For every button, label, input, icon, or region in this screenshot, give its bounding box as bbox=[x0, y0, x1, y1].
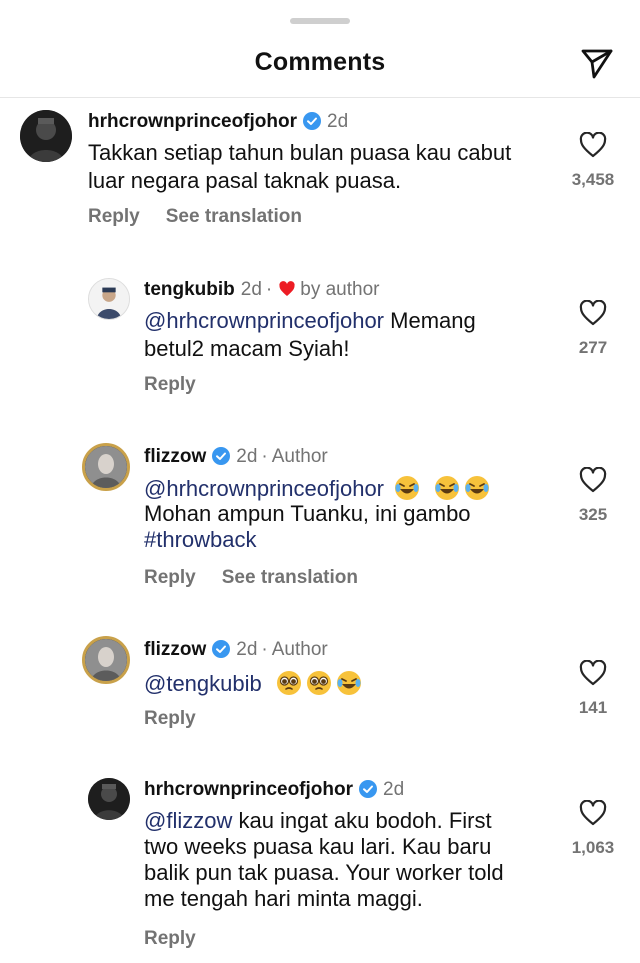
username[interactable]: flizzow bbox=[144, 639, 206, 660]
comment-text-line: two weeks puasa kau lari. Kau baru bbox=[144, 834, 492, 859]
laughing-tears-emoji-icon bbox=[336, 671, 361, 695]
heart-filled-icon bbox=[279, 281, 295, 296]
comment-meta: hrhcrownprinceofjohor 2d bbox=[144, 778, 404, 802]
comment-text-line: me tengah hari minta maggi. bbox=[144, 886, 423, 911]
comment-actions: Reply See translation bbox=[88, 206, 328, 228]
like-control: 325 bbox=[558, 467, 628, 525]
comment-text: kau ingat aku bodoh. First bbox=[232, 808, 492, 833]
comment-actions: Reply See translation bbox=[144, 567, 384, 589]
mention-link[interactable]: @hrhcrownprinceofjohor bbox=[144, 476, 384, 501]
verified-badge-icon bbox=[212, 640, 231, 658]
pleading-face-emoji-icon bbox=[276, 671, 301, 695]
comment-text-line: @hrhcrownprinceofjohor Memang bbox=[144, 308, 476, 334]
comment-text-line: betul2 macam Syiah! bbox=[144, 336, 350, 361]
comment-text-line: balik pun tak puasa. Your worker told bbox=[144, 860, 504, 885]
comment-actions: Reply bbox=[144, 374, 222, 396]
username[interactable]: hrhcrownprinceofjohor bbox=[88, 111, 297, 132]
avatar[interactable] bbox=[20, 110, 72, 162]
verified-badge-icon bbox=[359, 780, 377, 798]
comment-meta: flizzow 2d · Author bbox=[144, 639, 328, 660]
comment-time: 2d bbox=[383, 779, 405, 800]
comments-sheet: Comments hrhcrownprinceofjohor 2d Takkan … bbox=[0, 0, 640, 963]
comment-text-line: Takkan setiap tahun bulan puasa kau cabu… bbox=[88, 140, 512, 165]
heart-outline-icon[interactable] bbox=[579, 660, 607, 686]
reply-button[interactable]: Reply bbox=[144, 374, 196, 395]
like-count: 325 bbox=[578, 505, 608, 524]
send-icon[interactable] bbox=[580, 46, 614, 80]
like-count: 1,063 bbox=[571, 838, 615, 857]
hashtag-link[interactable]: #throwback bbox=[144, 527, 257, 553]
comment-text: Memang bbox=[384, 308, 476, 333]
comment-meta: hrhcrownprinceofjohor 2d bbox=[88, 110, 348, 134]
heart-outline-icon[interactable] bbox=[579, 800, 607, 826]
pleading-face-emoji-icon bbox=[306, 671, 331, 695]
like-count: 3,458 bbox=[571, 170, 615, 189]
avatar[interactable] bbox=[88, 278, 130, 320]
comment-actions: Reply bbox=[144, 708, 222, 730]
heart-outline-icon[interactable] bbox=[579, 467, 607, 493]
like-control: 141 bbox=[558, 660, 628, 718]
like-control: 3,458 bbox=[558, 132, 628, 190]
avatar[interactable] bbox=[88, 778, 130, 820]
comment-meta: flizzow 2d · Author bbox=[144, 446, 328, 467]
username[interactable]: flizzow bbox=[144, 446, 206, 467]
author-label: Author bbox=[271, 639, 328, 660]
verified-badge-icon bbox=[212, 447, 231, 465]
like-count: 141 bbox=[578, 698, 608, 717]
page-title: Comments bbox=[254, 48, 386, 76]
laughing-tears-emoji-icon bbox=[395, 476, 420, 500]
reply-comment-item: hrhcrownprinceofjohor 2d @flizzow kau ing… bbox=[0, 770, 640, 963]
liked-by-author-label: by author bbox=[300, 279, 380, 300]
comment-meta: tengkubib 2d · by author bbox=[144, 279, 380, 300]
mention-link[interactable]: @hrhcrownprinceofjohor bbox=[144, 308, 384, 333]
comment-time: 2d bbox=[236, 446, 258, 467]
heart-outline-icon[interactable] bbox=[579, 300, 607, 326]
verified-badge-icon bbox=[303, 112, 321, 130]
comment-time: 2d bbox=[236, 639, 258, 660]
comment-item: hrhcrownprinceofjohor 2d Takkan setiap ta… bbox=[0, 98, 640, 248]
reply-button[interactable]: Reply bbox=[144, 567, 196, 588]
comments-header: Comments bbox=[0, 36, 640, 98]
author-label: Author bbox=[271, 446, 328, 467]
username[interactable]: hrhcrownprinceofjohor bbox=[144, 779, 353, 800]
comment-actions: Reply bbox=[144, 928, 222, 950]
comment-text-line: luar negara pasal taknak puasa. bbox=[88, 168, 402, 193]
reply-button[interactable]: Reply bbox=[88, 206, 140, 227]
see-translation-button[interactable]: See translation bbox=[166, 206, 302, 227]
comment-text-line: Mohan ampun Tuanku, ini gambo bbox=[144, 501, 471, 526]
heart-outline-icon[interactable] bbox=[579, 132, 607, 158]
comment-text-line: @hrhcrownprinceofjohor bbox=[144, 475, 490, 502]
reply-comment-item: flizzow 2d · Author @tengkubib Reply 141 bbox=[0, 630, 640, 750]
comment-text-line: @tengkubib bbox=[144, 670, 362, 697]
comment-time: 2d bbox=[327, 111, 349, 132]
reply-button[interactable]: Reply bbox=[144, 708, 196, 729]
laughing-tears-emoji-icon bbox=[435, 476, 460, 500]
mention-link[interactable]: @tengkubib bbox=[144, 671, 262, 696]
comment-text-line: @flizzow kau ingat aku bodoh. First bbox=[144, 808, 492, 834]
see-translation-button[interactable]: See translation bbox=[222, 567, 358, 588]
like-count: 277 bbox=[578, 338, 608, 357]
avatar[interactable] bbox=[82, 443, 130, 491]
comment-time: 2d bbox=[240, 279, 262, 300]
reply-button[interactable]: Reply bbox=[144, 928, 196, 949]
sheet-drag-handle[interactable] bbox=[290, 18, 350, 24]
reply-comment-item: flizzow 2d · Author @hrhcrownprinceofjohor … bbox=[0, 437, 640, 607]
reply-comment-item: tengkubib 2d · by author @hrhcrownprinceofj… bbox=[0, 270, 640, 410]
laughing-tears-emoji-icon bbox=[465, 476, 490, 500]
like-control: 1,063 bbox=[558, 800, 628, 858]
avatar[interactable] bbox=[82, 636, 130, 684]
mention-link[interactable]: @flizzow bbox=[144, 808, 232, 833]
username[interactable]: tengkubib bbox=[144, 279, 235, 300]
like-control: 277 bbox=[558, 300, 628, 358]
